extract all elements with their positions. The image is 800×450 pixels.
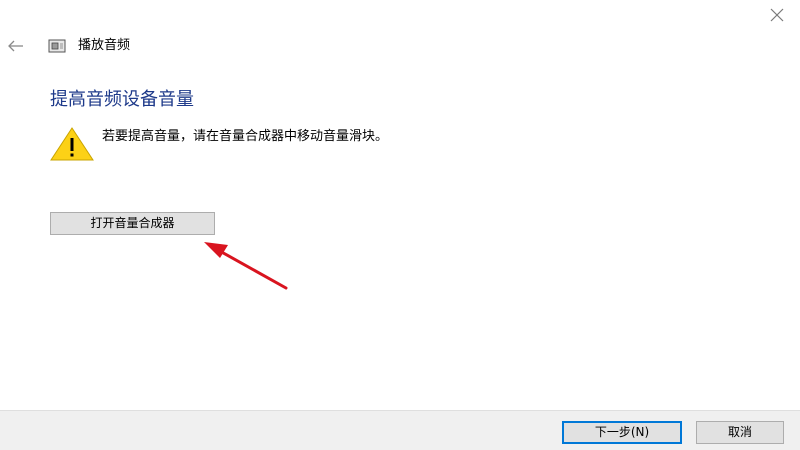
speaker-device-icon bbox=[48, 38, 66, 54]
warning-icon bbox=[49, 126, 95, 162]
window-title: 播放音频 bbox=[78, 38, 131, 53]
troubleshooter-window: 播放音频 提高音频设备音量 若要提高音量，请在音量合成器中移动音量滑块。 打开音… bbox=[0, 0, 800, 450]
back-arrow-icon bbox=[8, 40, 23, 52]
close-button[interactable] bbox=[766, 4, 788, 26]
warning-message: 若要提高音量，请在音量合成器中移动音量滑块。 bbox=[102, 129, 389, 144]
red-pointer-arrow-icon bbox=[196, 232, 292, 294]
next-button[interactable]: 下一步(N) bbox=[562, 421, 682, 444]
footer-bar: 下一步(N) 取消 bbox=[0, 410, 800, 450]
open-volume-mixer-button[interactable]: 打开音量合成器 bbox=[50, 212, 215, 235]
back-button[interactable] bbox=[6, 36, 26, 56]
close-icon bbox=[770, 8, 784, 22]
cancel-button[interactable]: 取消 bbox=[696, 421, 784, 444]
page-heading: 提高音频设备音量 bbox=[50, 89, 194, 110]
